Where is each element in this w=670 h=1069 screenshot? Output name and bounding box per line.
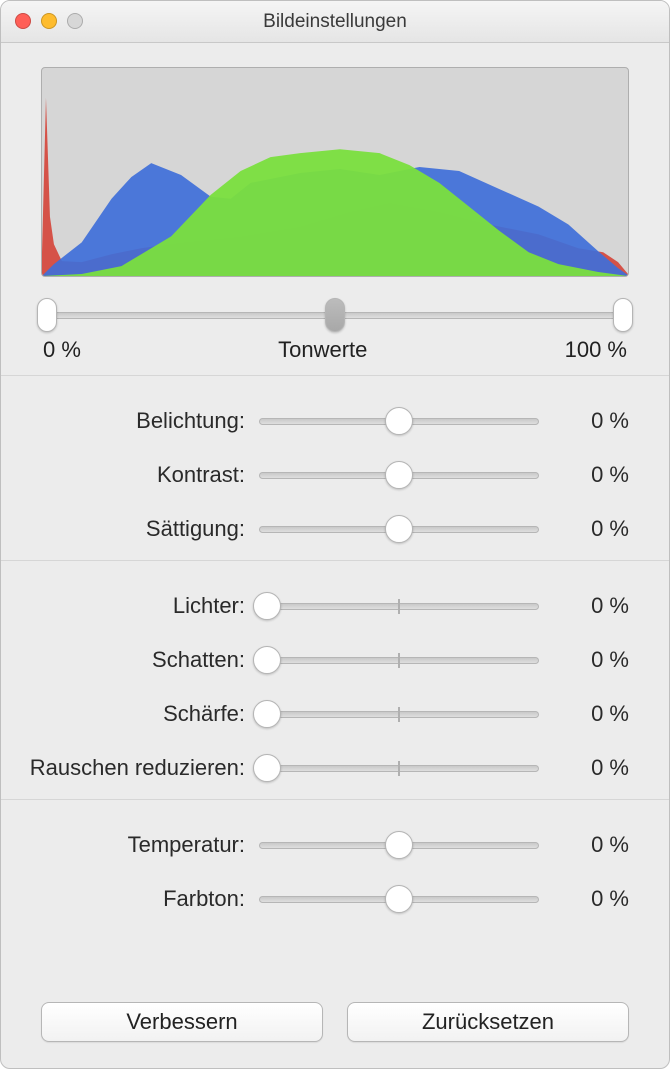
histogram-panel: 0 % Tonwerte 100 %: [1, 43, 669, 376]
slider-row-kontrast: Kontrast: 0 %: [19, 448, 629, 502]
slider-label-belichtung: Belichtung:: [19, 408, 259, 434]
slider-value-kontrast: 0 %: [539, 462, 629, 488]
slider-value-belichtung: 0 %: [539, 408, 629, 434]
slider-temperatur[interactable]: [259, 827, 539, 863]
slider-group-color: Temperatur: 0 % Farbton: 0 %: [1, 800, 669, 930]
slider-label-kontrast: Kontrast:: [19, 462, 259, 488]
content-area: 0 % Tonwerte 100 % Belichtung:0 %Kontras…: [1, 43, 669, 1068]
slider-knob[interactable]: [385, 461, 413, 489]
slider-value-lichter: 0 %: [539, 593, 629, 619]
slider-knob[interactable]: [253, 646, 281, 674]
image-settings-window: Bildeinstellungen: [0, 0, 670, 1069]
slider-row-saettigung: Sättigung: 0 %: [19, 502, 629, 556]
slider-knob[interactable]: [253, 700, 281, 728]
slider-label-schatten: Schatten:: [19, 647, 259, 673]
slider-kontrast[interactable]: [259, 457, 539, 493]
slider-value-farbton: 0 %: [539, 886, 629, 912]
slider-label-saettigung: Sättigung:: [19, 516, 259, 542]
enhance-button[interactable]: Verbessern: [41, 1002, 323, 1042]
slider-tick: [398, 599, 400, 614]
reset-button[interactable]: Zurücksetzen: [347, 1002, 629, 1042]
slider-value-rauschen: 0 %: [539, 755, 629, 781]
slider-saettigung[interactable]: [259, 511, 539, 547]
slider-row-schatten: Schatten: 0 %: [19, 633, 629, 687]
slider-label-rauschen: Rauschen reduzieren:: [19, 755, 259, 781]
slider-belichtung[interactable]: [259, 403, 539, 439]
levels-handle-mid[interactable]: [325, 298, 345, 332]
slider-tick: [398, 707, 400, 722]
slider-schatten[interactable]: [259, 642, 539, 678]
close-icon[interactable]: [15, 13, 31, 29]
levels-label-mid: Tonwerte: [278, 337, 367, 363]
slider-farbton[interactable]: [259, 881, 539, 917]
slider-knob[interactable]: [253, 592, 281, 620]
slider-tick: [398, 653, 400, 668]
slider-group-exposure: Belichtung: 0 % Kontrast: 0 % Sättigung: 0 %: [1, 376, 669, 561]
slider-row-farbton: Farbton: 0 %: [19, 872, 629, 926]
levels-handle-left[interactable]: [37, 298, 57, 332]
levels-labels: 0 % Tonwerte 100 %: [41, 337, 629, 363]
slider-row-temperatur: Temperatur: 0 %: [19, 818, 629, 872]
minimize-icon[interactable]: [41, 13, 57, 29]
titlebar: Bildeinstellungen: [1, 1, 669, 43]
slider-group-detail: Lichter:0 %Schatten:0 %Schärfe:0 %Rausch…: [1, 561, 669, 800]
levels-range-slider[interactable]: [41, 297, 629, 333]
slider-knob[interactable]: [385, 515, 413, 543]
slider-knob[interactable]: [253, 754, 281, 782]
slider-knob[interactable]: [385, 885, 413, 913]
slider-tick: [398, 761, 400, 776]
levels-label-left: 0 %: [43, 337, 81, 363]
slider-value-saettigung: 0 %: [539, 516, 629, 542]
window-title: Bildeinstellungen: [1, 11, 669, 33]
slider-row-lichter: Lichter: 0 %: [19, 579, 629, 633]
levels-label-right: 100 %: [565, 337, 627, 363]
slider-label-temperatur: Temperatur:: [19, 832, 259, 858]
slider-knob[interactable]: [385, 407, 413, 435]
levels-handle-right[interactable]: [613, 298, 633, 332]
footer: Verbessern Zurücksetzen: [1, 986, 669, 1068]
slider-rauschen[interactable]: [259, 750, 539, 786]
slider-row-schaerfe: Schärfe: 0 %: [19, 687, 629, 741]
slider-schaerfe[interactable]: [259, 696, 539, 732]
window-controls: [15, 13, 83, 29]
histogram: [41, 67, 629, 277]
slider-row-rauschen: Rauschen reduzieren: 0 %: [19, 741, 629, 795]
slider-value-schatten: 0 %: [539, 647, 629, 673]
slider-label-farbton: Farbton:: [19, 886, 259, 912]
slider-knob[interactable]: [385, 831, 413, 859]
maximize-icon: [67, 13, 83, 29]
slider-lichter[interactable]: [259, 588, 539, 624]
slider-value-schaerfe: 0 %: [539, 701, 629, 727]
slider-label-lichter: Lichter:: [19, 593, 259, 619]
slider-value-temperatur: 0 %: [539, 832, 629, 858]
slider-label-schaerfe: Schärfe:: [19, 701, 259, 727]
slider-row-belichtung: Belichtung: 0 %: [19, 394, 629, 448]
